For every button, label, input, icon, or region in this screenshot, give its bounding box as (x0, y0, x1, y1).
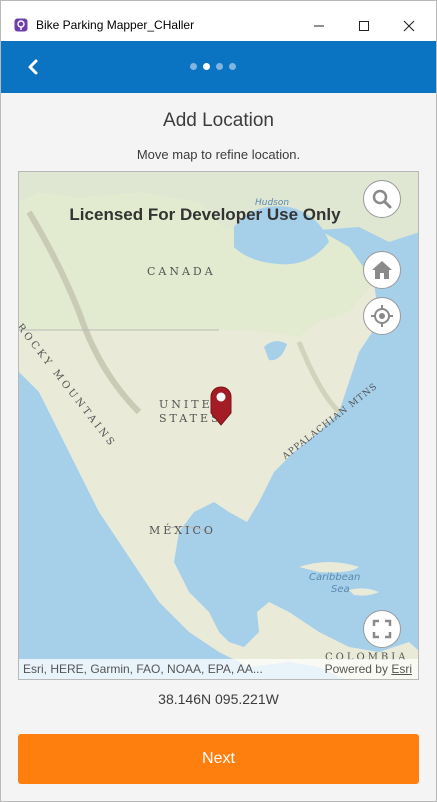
home-icon (372, 261, 392, 279)
page-title: Add Location (163, 110, 274, 131)
search-icon (372, 189, 392, 209)
minimize-icon (314, 25, 324, 27)
map-home-button[interactable] (363, 251, 401, 289)
app-window: Bike Parking Mapper_CHaller Add Location… (0, 0, 437, 802)
basemap (19, 172, 418, 679)
page-indicator (190, 63, 236, 70)
nav-bar (1, 41, 436, 93)
main-content: Add Location Move map to refine location… (1, 93, 436, 801)
app-icon (14, 18, 28, 32)
map-label-hudson: Hudson (255, 198, 290, 208)
map-locate-button[interactable] (363, 297, 401, 335)
esri-link[interactable]: Esri (391, 662, 412, 676)
developer-watermark: Licensed For Developer Use Only (69, 205, 341, 224)
map-label-caribbean: Caribbean (309, 572, 361, 583)
map-attribution: Esri, HERE, Garmin, FAO, NOAA, EPA, AA..… (19, 659, 418, 679)
title-bar: Bike Parking Mapper_CHaller (1, 1, 436, 41)
coordinates-readout: 38.146N 095.221W (158, 691, 279, 707)
close-button[interactable] (386, 11, 432, 41)
fullscreen-icon (372, 619, 392, 639)
location-marker-icon (210, 386, 232, 426)
next-button[interactable]: Next (18, 734, 419, 784)
back-button[interactable] (23, 57, 43, 77)
locate-icon (371, 305, 393, 327)
page-dot (190, 63, 197, 70)
minimize-button[interactable] (296, 11, 342, 41)
page-dot-current (203, 63, 210, 70)
window-title: Bike Parking Mapper_CHaller (36, 18, 195, 32)
attribution-text: Esri, HERE, Garmin, FAO, NOAA, EPA, AA..… (23, 662, 263, 676)
map-fullscreen-button[interactable] (363, 610, 401, 648)
powered-by: Powered by Esri (325, 662, 412, 676)
page-dot (229, 63, 236, 70)
page-subtitle: Move map to refine location. (136, 147, 301, 162)
map-label-mexico: MÉXICO (149, 524, 216, 537)
map-label-sea: Sea (331, 584, 350, 595)
map-view[interactable]: Licensed For Developer Use Only CANADA R… (18, 171, 419, 680)
close-icon (403, 20, 415, 32)
map-label-canada: CANADA (147, 265, 216, 278)
powered-by-label: Powered by (324, 662, 388, 676)
map-search-button[interactable] (363, 180, 401, 218)
chevron-left-icon (28, 59, 38, 75)
page-dot (216, 63, 223, 70)
maximize-icon (359, 21, 369, 31)
maximize-button[interactable] (341, 11, 387, 41)
